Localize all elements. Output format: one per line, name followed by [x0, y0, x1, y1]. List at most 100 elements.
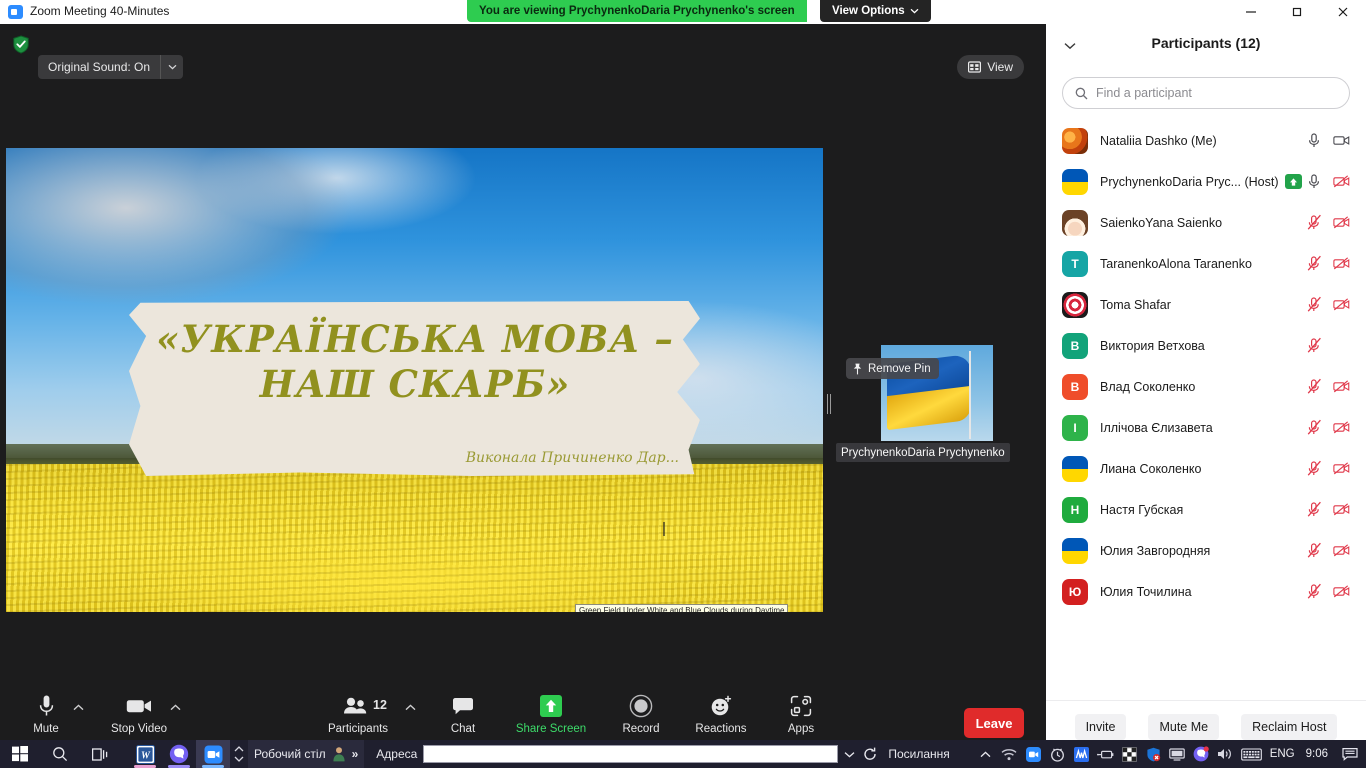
monitor-tray-icon[interactable] [1169, 746, 1186, 763]
language-indicator[interactable]: ENG [1270, 748, 1295, 760]
avatar [1062, 209, 1088, 236]
participant-search[interactable] [1062, 77, 1350, 109]
video-options-caret-icon[interactable] [170, 702, 181, 714]
windows-start-icon[interactable] [0, 740, 40, 768]
desktop-toolbar[interactable]: Робочий стіл » [248, 740, 365, 768]
participants-panel: Participants (12) Nataliia Dashko (Me) Pr… [1046, 24, 1366, 752]
microphone-icon [38, 690, 55, 722]
microphone-muted-icon[interactable] [1306, 542, 1323, 559]
video-off-icon[interactable] [1333, 378, 1350, 395]
winamp-tray-icon[interactable] [1073, 746, 1090, 763]
participant-row[interactable]: В Виктория Ветхова [1046, 325, 1366, 366]
viber-tray-icon[interactable] [1193, 746, 1210, 763]
zoom-tray-icon[interactable] [1025, 746, 1042, 763]
double-chevron-right-icon[interactable]: » [352, 747, 359, 761]
avatar: Ю [1062, 578, 1088, 605]
participant-row[interactable]: Toma Shafar [1046, 284, 1366, 325]
participant-name: Юлия Завгородняя [1100, 543, 1211, 558]
participants-list[interactable]: Nataliia Dashko (Me) PrychynenkoDaria Pry… [1046, 120, 1366, 700]
maximize-icon[interactable] [1274, 0, 1320, 24]
refresh-icon[interactable] [860, 740, 880, 768]
view-options-label: View Options [832, 5, 905, 17]
microphone-muted-icon[interactable] [1306, 501, 1323, 518]
avatar: Н [1062, 496, 1088, 523]
participant-row[interactable]: Юлия Завгородняя [1046, 530, 1366, 571]
viber-icon[interactable] [162, 740, 196, 768]
toolbar-resize-grip[interactable] [230, 740, 248, 768]
checker-tray-icon[interactable] [1121, 746, 1138, 763]
participant-row[interactable]: Лиана Соколенко [1046, 448, 1366, 489]
video-off-icon[interactable] [1333, 255, 1350, 272]
microphone-muted-icon[interactable] [1306, 378, 1323, 395]
notification-icon[interactable] [1341, 746, 1358, 763]
participant-row[interactable]: SaienkoYana Saienko [1046, 202, 1366, 243]
video-off-icon[interactable] [1333, 419, 1350, 436]
panel-drag-handle[interactable] [825, 390, 832, 418]
task-view-icon[interactable] [80, 740, 120, 768]
meeting-stage: Original Sound: On View «УКРАЇНСЬКА МОВА… [0, 24, 1046, 768]
chevron-down-icon[interactable] [161, 55, 183, 79]
leave-button[interactable]: Leave [964, 708, 1024, 738]
shared-screen-content[interactable]: «УКРАЇНСЬКА МОВА – НАШ СКАРБ» Виконала П… [6, 148, 823, 612]
pinned-participant-name: PrychynenkoDaria Prychynenko [836, 443, 1010, 462]
address-dropdown-chevron-down-icon[interactable] [838, 740, 860, 768]
share-screen-icon [539, 690, 563, 722]
video-off-icon[interactable] [1333, 296, 1350, 313]
shield-error-icon[interactable] [1145, 746, 1162, 763]
tray-expand-chevron-up-icon[interactable] [977, 746, 994, 763]
close-icon[interactable] [1320, 0, 1366, 24]
usb-battery-icon[interactable] [1096, 746, 1114, 763]
clock-tray-icon[interactable] [1049, 746, 1066, 763]
microphone-muted-icon[interactable] [1306, 583, 1323, 600]
participant-row[interactable]: І Іллічова Єлизавета [1046, 407, 1366, 448]
participant-row[interactable]: T TaranenkoAlona Taranenko [1046, 243, 1366, 284]
video-off-icon[interactable] [1333, 542, 1350, 559]
avatar: T [1062, 250, 1088, 277]
microphone-muted-icon[interactable] [1306, 337, 1323, 354]
wifi-icon[interactable] [1001, 746, 1018, 763]
security-shield-icon[interactable] [12, 35, 30, 54]
video-off-icon[interactable] [1333, 460, 1350, 477]
keyboard-icon[interactable] [1241, 746, 1263, 763]
video-off-icon[interactable] [1333, 173, 1350, 190]
participants-options-caret-icon[interactable] [405, 702, 416, 714]
audio-options-caret-icon[interactable] [73, 702, 84, 714]
slide-title-card: «УКРАЇНСЬКА МОВА – НАШ СКАРБ» Виконала П… [129, 301, 700, 476]
address-input[interactable] [423, 745, 839, 763]
host-badge-icon [1284, 174, 1302, 189]
view-options-button[interactable]: View Options [820, 0, 931, 22]
original-sound-button[interactable]: Original Sound: On [38, 55, 184, 79]
search-icon[interactable] [40, 740, 80, 768]
participants-count: 12 [373, 698, 387, 712]
participant-row[interactable]: В Влад Соколенко [1046, 366, 1366, 407]
participant-row[interactable]: Ю Юлия Точилина [1046, 571, 1366, 612]
reclaim-host-button[interactable]: Reclaim Host [1241, 713, 1338, 740]
remove-pin-button[interactable]: Remove Pin [846, 358, 939, 379]
avatar: І [1062, 414, 1088, 441]
microphone-muted-icon[interactable] [1306, 214, 1323, 231]
word-icon[interactable]: W [128, 740, 162, 768]
participant-row[interactable]: Nataliia Dashko (Me) [1046, 120, 1366, 161]
video-off-icon[interactable] [1333, 501, 1350, 518]
microphone-muted-icon[interactable] [1306, 460, 1323, 477]
clock[interactable]: 9:06 [1306, 748, 1328, 760]
participant-row[interactable]: Н Настя Губская [1046, 489, 1366, 530]
microphone-icon[interactable] [1306, 132, 1323, 149]
microphone-muted-icon[interactable] [1306, 255, 1323, 272]
mute-me-button[interactable]: Mute Me [1148, 713, 1220, 740]
zoom-icon[interactable] [196, 740, 230, 768]
search-input[interactable] [1096, 86, 1337, 100]
view-layout-button[interactable]: View [957, 55, 1024, 79]
minimize-icon[interactable] [1228, 0, 1274, 24]
microphone-muted-icon[interactable] [1306, 419, 1323, 436]
video-off-icon[interactable] [1333, 214, 1350, 231]
participant-row[interactable]: PrychynenkoDaria Pryc... (Host) [1046, 161, 1366, 202]
invite-button[interactable]: Invite [1074, 713, 1127, 740]
microphone-muted-icon[interactable] [1306, 296, 1323, 313]
participant-status-icons [1306, 284, 1350, 325]
video-off-icon[interactable] [1333, 583, 1350, 600]
video-camera-icon[interactable] [1333, 132, 1350, 149]
microphone-icon[interactable] [1306, 173, 1323, 190]
participant-status-icons [1306, 366, 1350, 407]
volume-icon[interactable] [1217, 746, 1234, 763]
